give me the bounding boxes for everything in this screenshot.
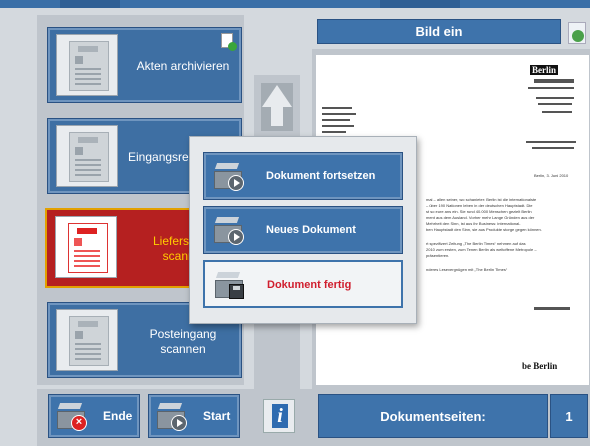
doc-type-akten-archivieren[interactable]: Akten archivieren bbox=[47, 27, 242, 103]
preview-text-block bbox=[322, 119, 350, 121]
scanner-cancel-icon: × bbox=[57, 403, 87, 431]
document-pages-count: 1 bbox=[550, 394, 588, 438]
preview-text-block bbox=[536, 97, 574, 99]
preview-logo: Berlin bbox=[530, 65, 558, 75]
preview-text-block bbox=[538, 103, 572, 105]
document-thumbnail-icon bbox=[56, 309, 118, 371]
doc-type-label: Akten archivieren bbox=[136, 59, 230, 73]
scanner-disk-icon bbox=[215, 272, 245, 300]
info-button[interactable]: i bbox=[263, 399, 295, 433]
end-button-label: Ende bbox=[103, 409, 133, 423]
preview-text-block bbox=[532, 147, 574, 149]
document-thumbnail-icon bbox=[56, 125, 118, 187]
new-document-icon bbox=[221, 33, 237, 51]
preview-text-block bbox=[322, 107, 352, 109]
finish-document-label: Dokument fertig bbox=[267, 279, 352, 291]
scan-image-header[interactable]: Bild ein bbox=[317, 19, 561, 44]
scanner-play-icon bbox=[214, 217, 244, 245]
scanner-play-icon bbox=[214, 163, 244, 191]
info-icon: i bbox=[272, 404, 288, 428]
doc-type-label: Eingangsre bbox=[128, 150, 189, 164]
preview-body-line: Mehrheit den Sinn, ist aus ihr Business:… bbox=[426, 221, 521, 226]
preview-body-line: – über 190 Nationen leben in der deutsch… bbox=[426, 203, 533, 208]
pdf-document-icon bbox=[55, 216, 117, 278]
end-button[interactable]: × Ende bbox=[48, 394, 140, 438]
finish-document-button[interactable]: Dokument fertig bbox=[203, 260, 403, 308]
preview-body-line: rt spezifizert Zeitung „The Berlin Times… bbox=[426, 241, 526, 246]
doc-type-label: Posteingang scannen bbox=[149, 327, 217, 356]
disk-icon bbox=[229, 284, 244, 299]
preview-text-block bbox=[322, 131, 346, 133]
preview-body-line: ben Hauptstadt den Sinn, sie aus Produkt… bbox=[426, 227, 542, 232]
document-thumbnail-icon bbox=[56, 34, 118, 96]
preview-body-line: mal – allen seiner, wo schanieter: Berli… bbox=[426, 197, 537, 202]
arrow-up-icon[interactable] bbox=[261, 83, 293, 131]
preview-footer-logo: be Berlin bbox=[522, 361, 558, 371]
preview-text-block bbox=[528, 87, 574, 89]
preview-text-block bbox=[534, 79, 574, 83]
top-bar-segment bbox=[380, 0, 460, 8]
preview-signature bbox=[534, 307, 570, 310]
preview-body-line: 2010 zum ersten, zum Tenen Berlin als we… bbox=[426, 247, 537, 252]
preview-text-block bbox=[526, 141, 576, 143]
preview-text-block bbox=[322, 113, 356, 115]
continue-document-button[interactable]: Dokument fortsetzen bbox=[203, 152, 403, 200]
document-action-popup: Dokument fortsetzen Neues Dokument Dokum… bbox=[189, 136, 417, 324]
preview-body-line: st so eure ans ein. Sie rund 40.000 Mens… bbox=[426, 209, 532, 214]
top-bar-segment bbox=[60, 0, 120, 8]
preview-closing: nderes Lesevergnügen mit „The Berlin Tim… bbox=[426, 267, 508, 272]
top-bar bbox=[0, 0, 590, 8]
preview-body-line: präsentieren. bbox=[426, 253, 450, 258]
preview-text-block bbox=[322, 125, 354, 127]
continue-document-label: Dokument fortsetzen bbox=[266, 170, 376, 182]
new-document-button[interactable]: Neues Dokument bbox=[203, 206, 403, 254]
document-pages-label: Dokumentseiten: bbox=[318, 394, 548, 438]
scanner-play-icon bbox=[157, 403, 187, 431]
start-button[interactable]: Start bbox=[148, 394, 240, 438]
preview-body-line: ment aus dem Ausland. Vorher mehr Lange … bbox=[426, 215, 535, 220]
checkmark-icon bbox=[568, 22, 586, 44]
preview-date: Berlin, 3. Juni 2010 bbox=[534, 173, 569, 178]
preview-text-block bbox=[542, 111, 572, 113]
new-document-label: Neues Dokument bbox=[266, 224, 356, 236]
start-button-label: Start bbox=[203, 409, 231, 423]
